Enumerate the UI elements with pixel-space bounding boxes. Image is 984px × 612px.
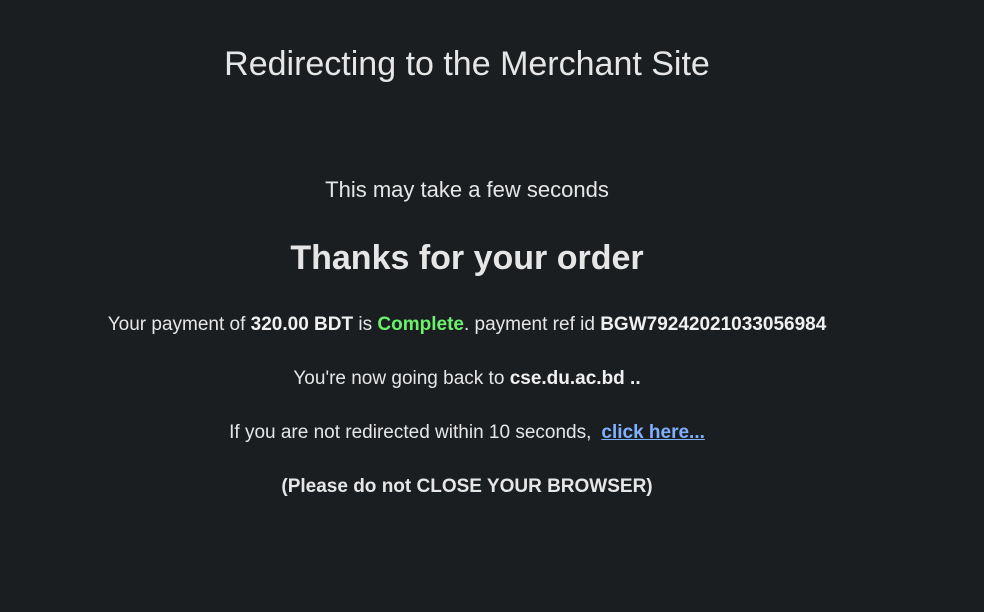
- redirect-text: If you are not redirected within 10 seco…: [229, 422, 592, 443]
- thanks-heading: Thanks for your order: [290, 239, 644, 277]
- payment-prefix: Your payment of: [107, 314, 251, 335]
- going-back-prefix: You're now going back to: [293, 368, 510, 389]
- redirect-message: If you are not redirected within 10 seco…: [0, 420, 934, 446]
- payment-status: Complete: [377, 314, 464, 335]
- wait-message: This may take a few seconds: [325, 177, 609, 202]
- going-back-message: You're now going back to cse.du.ac.bd ..: [0, 366, 934, 392]
- payment-ref-id: BGW79242021033056984: [600, 314, 827, 335]
- browser-warning: (Please do not CLOSE YOUR BROWSER): [281, 476, 653, 497]
- payment-is: is: [353, 314, 378, 335]
- payment-amount: 320.00 BDT: [250, 314, 354, 335]
- click-here-link[interactable]: click here...: [601, 422, 705, 443]
- merchant-site: cse.du.ac.bd ..: [509, 368, 641, 389]
- page-title: Redirecting to the Merchant Site: [224, 45, 710, 83]
- payment-ref-label: . payment ref id: [463, 314, 601, 335]
- redirect-page: Redirecting to the Merchant Site This ma…: [0, 0, 984, 612]
- payment-summary: Your payment of 320.00 BDT is Complete. …: [0, 312, 934, 338]
